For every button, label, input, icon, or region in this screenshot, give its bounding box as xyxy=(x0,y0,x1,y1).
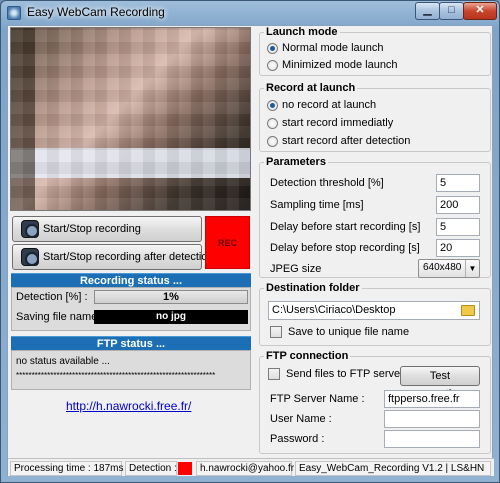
processing-time: Processing time : 187ms xyxy=(10,461,124,476)
password-label: Password : xyxy=(270,433,325,445)
no-record-radio[interactable] xyxy=(267,100,278,111)
delay-stop-label: Delay before stop recording [s] xyxy=(270,242,420,254)
ftp-server-input[interactable]: ftpperso.free.fr xyxy=(384,390,480,408)
film-camera-icon xyxy=(21,248,39,266)
detection-indicator xyxy=(178,462,192,475)
record-immediately-label: start record immediatly xyxy=(282,117,394,129)
normal-mode-label: Normal mode launch xyxy=(282,42,384,54)
start-stop-recording-after-detection-label: Start/Stop recording after detection xyxy=(43,251,214,263)
unique-file-name-label: Save to unique file name xyxy=(288,326,410,338)
sampling-time-input[interactable]: 200 xyxy=(436,196,480,214)
ftp-connection-title: FTP connection xyxy=(264,350,351,362)
website-link[interactable]: http://h.nawrocki.free.fr/ xyxy=(66,399,191,413)
destination-folder-group: Destination folder C:\Users\Ciriaco\Desk… xyxy=(259,282,491,346)
rec-indicator: REC xyxy=(205,216,250,269)
send-to-ftp-checkbox[interactable] xyxy=(268,368,280,380)
folder-icon[interactable] xyxy=(461,305,475,316)
record-at-launch-title: Record at launch xyxy=(264,82,358,94)
start-stop-recording-button[interactable]: Start/Stop recording xyxy=(12,216,202,242)
destination-folder-title: Destination folder xyxy=(264,282,362,294)
destination-path-input[interactable]: C:\Users\Ciriaco\Desktop xyxy=(268,301,480,320)
ftp-status-stars: ****************************************… xyxy=(16,371,216,380)
jpeg-size-select[interactable]: 640x480 ▼ xyxy=(418,259,480,278)
ftp-connection-group: FTP connection Send files to FTP server … xyxy=(259,350,491,454)
client-area: Start/Stop recording Start/Stop recordin… xyxy=(7,25,494,476)
recording-status-header: Recording status ... xyxy=(11,273,251,287)
ftp-status-text: no status available ... xyxy=(16,356,110,367)
close-button[interactable]: ✕ xyxy=(463,2,497,20)
saving-file-name-label: Saving file name : xyxy=(16,311,104,323)
delay-stop-input[interactable]: 20 xyxy=(436,239,480,257)
webcam-preview xyxy=(10,27,251,211)
password-input[interactable] xyxy=(384,430,480,448)
start-stop-recording-label: Start/Stop recording xyxy=(43,223,141,235)
detection-status-label: Detection : xyxy=(125,461,177,476)
test-connection-button[interactable]: Test connection.. xyxy=(400,366,480,400)
send-to-ftp-label: Send files to FTP server xyxy=(286,368,404,380)
maximize-button[interactable]: □ xyxy=(439,2,464,20)
window-title: Easy WebCam Recording xyxy=(27,5,165,19)
launch-mode-title: Launch mode xyxy=(264,26,340,38)
ftp-status-panel: no status available ... ****************… xyxy=(11,350,251,390)
author-email: h.nawrocki@yahoo.fr xyxy=(196,461,294,476)
app-window: Easy WebCam Recording ▁ □ ✕ Start/Stop r… xyxy=(0,0,500,483)
chevron-down-icon: ▼ xyxy=(465,260,479,277)
delay-start-label: Delay before start recording [s] xyxy=(270,221,421,233)
jpeg-size-value: 640x480 xyxy=(423,262,462,273)
record-at-launch-group: Record at launch no record at launch sta… xyxy=(259,82,491,152)
user-name-label: User Name : xyxy=(270,413,332,425)
webcam-app-icon xyxy=(7,6,21,20)
record-immediately-radio[interactable] xyxy=(267,118,278,129)
normal-mode-radio[interactable] xyxy=(267,43,278,54)
detection-percent-bar: 1% xyxy=(94,290,248,304)
minimized-mode-radio[interactable] xyxy=(267,60,278,71)
film-camera-icon xyxy=(21,220,39,238)
no-record-label: no record at launch xyxy=(282,99,377,111)
minimize-button[interactable]: ▁ xyxy=(415,2,440,20)
parameters-title: Parameters xyxy=(264,156,328,168)
ftp-status-header: FTP status ... xyxy=(11,336,251,350)
destination-path-value: C:\Users\Ciriaco\Desktop xyxy=(272,304,396,316)
detection-threshold-input[interactable]: 5 xyxy=(436,174,480,192)
sampling-time-label: Sampling time [ms] xyxy=(270,199,364,211)
minimized-mode-label: Minimized mode launch xyxy=(282,59,398,71)
user-name-input[interactable] xyxy=(384,410,480,428)
record-after-detection-label: start record after detection xyxy=(282,135,411,147)
ftp-server-label: FTP Server Name : xyxy=(270,393,365,405)
jpeg-size-label: JPEG size xyxy=(270,263,322,275)
launch-mode-group: Launch mode Normal mode launch Minimized… xyxy=(259,26,491,76)
detection-threshold-label: Detection threshold [%] xyxy=(270,177,384,189)
start-stop-recording-after-detection-button[interactable]: Start/Stop recording after detection xyxy=(12,244,214,270)
saving-file-name-value: no jpg xyxy=(94,310,248,324)
version-info: Easy_WebCam_Recording V1.2 | LS&HN xyxy=(295,461,491,476)
record-after-detection-radio[interactable] xyxy=(267,136,278,147)
parameters-group: Parameters Detection threshold [%] 5 Sam… xyxy=(259,156,491,278)
status-bar: Processing time : 187ms Detection : h.na… xyxy=(8,458,494,476)
title-bar[interactable]: Easy WebCam Recording ▁ □ ✕ xyxy=(1,1,499,25)
recording-status-panel: Detection [%] : 1% Saving file name : no… xyxy=(11,287,251,331)
delay-start-input[interactable]: 5 xyxy=(436,218,480,236)
detection-percent-label: Detection [%] : xyxy=(16,291,88,303)
unique-file-name-checkbox[interactable] xyxy=(270,326,282,338)
